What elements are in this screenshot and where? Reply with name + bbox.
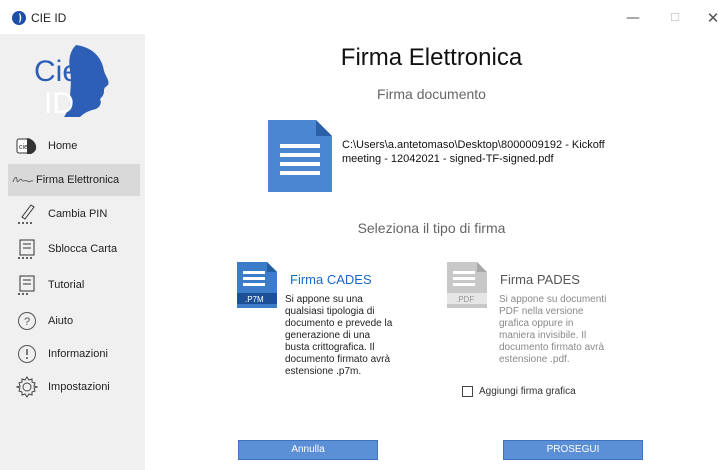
sidebar-item-tutorial[interactable]: Tutorial — [8, 269, 140, 301]
sidebar-item-label: Firma Elettronica — [36, 174, 120, 186]
graphic-signature-option[interactable]: Aggiungi firma grafica — [462, 386, 576, 397]
card-unlock-icon — [16, 238, 38, 260]
home-cie-icon: cie — [16, 135, 38, 157]
pen-pin-icon — [16, 203, 38, 225]
sidebar-item-label: Informazioni — [48, 348, 108, 360]
sidebar-item-sblocca-carta[interactable]: Sblocca Carta — [8, 233, 140, 265]
maximize-button[interactable]: ☐ — [660, 8, 690, 28]
sidebar-item-informazioni[interactable]: Informazioni — [8, 338, 140, 370]
minimize-button[interactable]: — — [618, 8, 648, 28]
sidebar-item-label: Home — [48, 140, 78, 152]
document-file-icon — [268, 120, 332, 192]
svg-text:cie: cie — [19, 144, 28, 151]
signature-type-heading: Seleziona il tipo di firma — [357, 220, 506, 236]
window-title: CIE ID — [31, 11, 67, 25]
page-subtitle: Firma documento — [377, 86, 486, 102]
sidebar-item-label: Tutorial — [48, 279, 85, 291]
sidebar-item-aiuto[interactable]: ? Aiuto — [8, 305, 140, 337]
pades-option-title[interactable]: Firma PADES — [500, 272, 580, 287]
cancel-button[interactable]: Annulla — [238, 440, 378, 460]
cie-app-icon — [12, 11, 26, 25]
proceed-button[interactable]: PROSEGUI — [503, 440, 643, 460]
pdf-file-icon[interactable]: .PDF — [447, 262, 487, 308]
close-button[interactable]: ✕ — [698, 8, 718, 28]
sidebar-item-home[interactable]: cie Home — [8, 130, 140, 162]
help-icon: ? — [16, 310, 38, 332]
sidebar-item-label: Sblocca Carta — [48, 243, 118, 255]
sidebar-item-label: Impostazioni — [48, 381, 110, 393]
graphic-signature-label: Aggiungi firma grafica — [479, 386, 576, 397]
sidebar-item-cambia-pin[interactable]: Cambia PIN — [8, 198, 140, 230]
sidebar: Cie ID cie Home Firma Elettronica Cambia… — [0, 34, 145, 470]
pades-description: Si appone su documenti PDF nella version… — [499, 294, 607, 365]
p7m-label: .P7M — [245, 295, 264, 304]
sidebar-item-impostazioni[interactable]: Impostazioni — [8, 371, 140, 403]
signature-icon — [12, 169, 34, 191]
sidebar-item-label: Aiuto — [48, 315, 74, 327]
pdf-label: .PDF — [456, 295, 474, 304]
svg-text:?: ? — [24, 316, 30, 328]
cades-description: Si appone su una qualsiasi tipologia di … — [285, 294, 393, 377]
info-icon — [16, 343, 38, 365]
p7m-file-icon[interactable]: .P7M — [237, 262, 277, 308]
sidebar-item-label: Cambia PIN — [48, 208, 108, 220]
cades-option-title[interactable]: Firma CADES — [290, 272, 372, 287]
cie-id-logo: Cie ID — [34, 45, 109, 119]
settings-gear-icon — [16, 376, 38, 398]
graphic-signature-checkbox[interactable] — [462, 386, 473, 397]
document-path: C:\Users\a.antetomaso\Desktop\8000009192… — [342, 139, 605, 165]
logo-text-id: ID — [44, 87, 74, 119]
tutorial-icon — [16, 274, 38, 296]
page-title: Firma Elettronica — [340, 44, 523, 71]
logo-text-cie: Cie — [34, 55, 79, 88]
sidebar-item-firma-elettronica[interactable]: Firma Elettronica — [8, 164, 140, 196]
title-bar: CIE ID — ☐ ✕ — [0, 0, 718, 34]
